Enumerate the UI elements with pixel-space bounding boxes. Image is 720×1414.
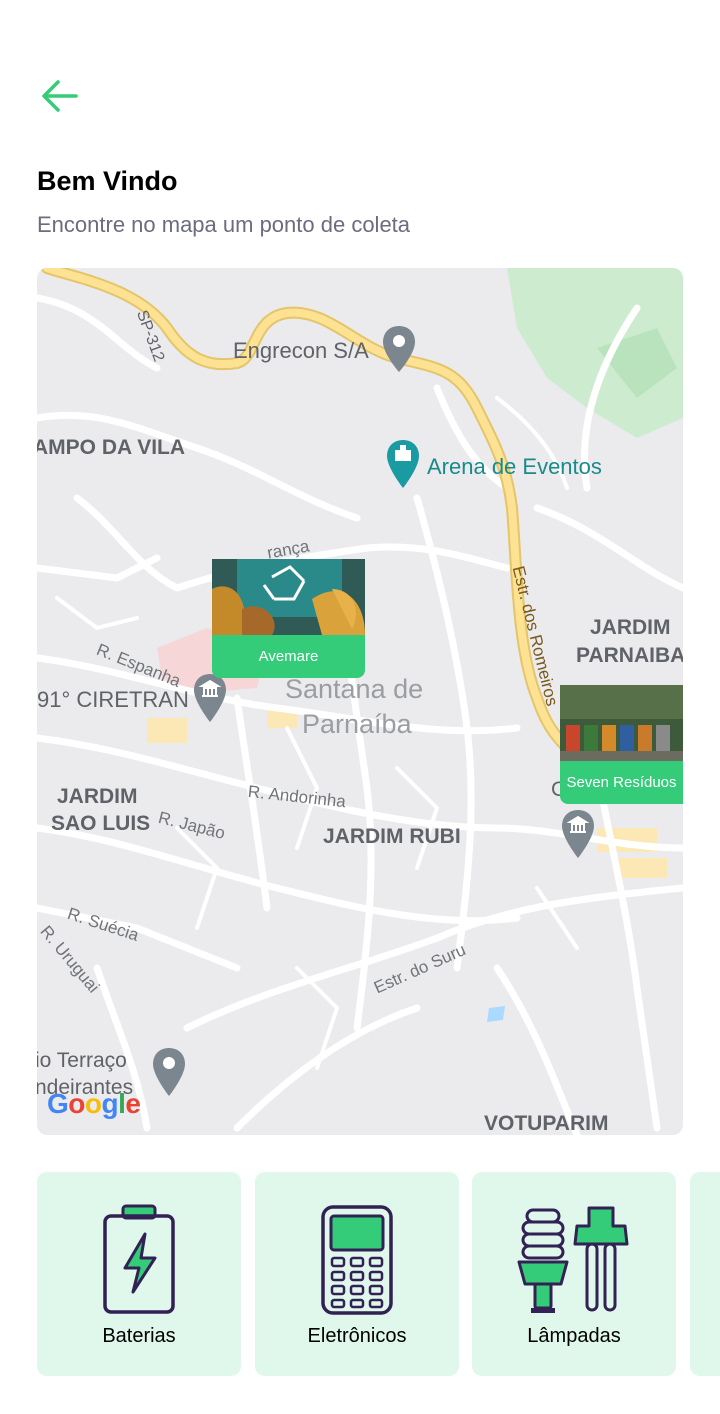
- item-label: Lâmpadas: [527, 1325, 621, 1347]
- map-label-jardim-sao-luis-1: JARDIM: [57, 785, 138, 808]
- map-label-terraco-1: io Terraço: [37, 1049, 127, 1072]
- back-button[interactable]: [36, 72, 86, 122]
- marker-label: Avemare: [258, 648, 319, 665]
- item-label: Baterias: [102, 1325, 176, 1347]
- map-pin-icon: [381, 324, 417, 379]
- item-eletronicos[interactable]: Eletrônicos: [255, 1172, 459, 1376]
- map-label-votuparim: VOTUPARIM: [484, 1112, 609, 1135]
- map-label-jardim-parnaiba-1: JARDIM: [590, 616, 671, 639]
- item-baterias[interactable]: Baterias: [37, 1172, 241, 1376]
- marker-label: Seven Resíduos: [566, 774, 677, 791]
- map-label-campo-da-vila: AMPO DA VILA: [37, 436, 186, 459]
- item-lampadas[interactable]: Lâmpadas: [472, 1172, 676, 1376]
- map[interactable]: SP-312 Engrecon S/A AMPO DA VILA Arena d…: [37, 268, 683, 1135]
- battery-icon: [103, 1204, 175, 1314]
- page-subtitle: Encontre no mapa um ponto de coleta: [37, 212, 411, 237]
- stadium-pin-icon: [385, 438, 421, 495]
- item-label: Eletrônicos: [307, 1325, 407, 1347]
- google-logo: Google: [47, 1088, 141, 1119]
- marker-photo-bins: [560, 685, 683, 761]
- map-label-jardim-parnaiba-2: PARNAIBA: [576, 644, 683, 667]
- map-label-ciretran: 91° CIRETRAN: [37, 687, 189, 712]
- lamps-icon: [517, 1206, 629, 1313]
- items-carousel[interactable]: Baterias Eletrônicos Lâmpadas: [37, 1172, 720, 1377]
- map-label-engrecon: Engrecon S/A: [233, 338, 369, 363]
- marker-seven-residuos[interactable]: Seven Resíduos: [560, 685, 683, 804]
- marker-avemare[interactable]: Avemare: [212, 559, 365, 678]
- map-label-jardim-sao-luis-2: SAO LUIS: [51, 812, 151, 835]
- arrow-left-icon: [42, 80, 78, 112]
- item-partial[interactable]: [690, 1172, 720, 1376]
- map-label-arena: Arena de Eventos: [427, 454, 602, 479]
- map-label-jardim-rubi: JARDIM RUBI: [323, 825, 461, 848]
- building-pin-icon-2: [560, 808, 596, 865]
- page-title: Bem Vindo: [37, 166, 178, 196]
- map-label-santana-2: Parnaíba: [302, 709, 412, 739]
- electronics-icon: [321, 1205, 393, 1315]
- building-pin-icon: [192, 672, 228, 729]
- map-pin-icon-2: [151, 1046, 187, 1103]
- marker-photo-recycling: [212, 559, 365, 635]
